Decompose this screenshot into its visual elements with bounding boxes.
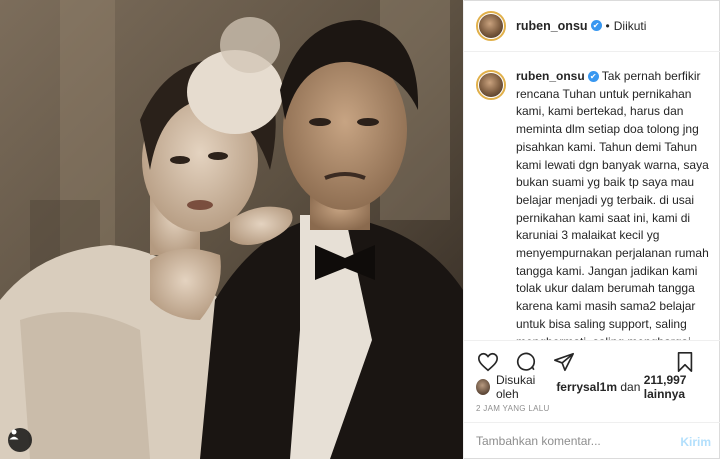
likes-summary: Disukai oleh ferrysal1m dan 211,997 lain… (476, 373, 720, 401)
likes-count-link[interactable]: 211,997 lainnya (644, 373, 720, 401)
caption-text: Tak pernah berfikir rencana Tuhan untuk … (516, 69, 709, 340)
caption-avatar[interactable] (476, 70, 506, 100)
share-button[interactable] (552, 350, 576, 374)
user-tag-button[interactable] (8, 428, 32, 452)
caption-username[interactable]: ruben_onsu (516, 69, 585, 83)
post-caption: ruben_onsu ✔ Tak pernah berfikir rencana … (476, 68, 716, 340)
save-button[interactable] (673, 350, 697, 374)
user-tag-icon (9, 429, 19, 440)
verified-badge-icon: ✔ (590, 20, 602, 31)
send-icon (554, 352, 574, 371)
liker-avatar (476, 379, 490, 395)
post-sidebar: ruben_onsu ✔ • Diikuti ruben_onsu ✔ Tak p… (463, 0, 720, 459)
follow-status-button[interactable]: Diikuti (614, 19, 647, 33)
likes-prefix: Disukai oleh (495, 373, 536, 401)
caption-body: ruben_onsu ✔ Tak pernah berfikir rencana … (516, 68, 712, 340)
username-link[interactable]: ruben_onsu (516, 19, 588, 33)
send-comment-button[interactable]: Kirim (680, 435, 711, 449)
comment-form: Kirim (464, 422, 720, 459)
heart-icon (478, 352, 498, 371)
liked-by-link[interactable]: ferrysal1m (556, 380, 617, 394)
comment-button[interactable] (514, 350, 538, 374)
comment-icon (516, 352, 536, 371)
post-timestamp[interactable]: 2 JAM YANG LALU (476, 404, 550, 413)
comment-input[interactable] (476, 434, 656, 448)
post-photo[interactable] (0, 0, 463, 459)
follow-separator: • (605, 18, 610, 33)
bookmark-icon (677, 352, 693, 372)
couple-photo-illustration (0, 0, 463, 459)
post-header: ruben_onsu ✔ • Diikuti (464, 0, 720, 52)
like-button[interactable] (476, 350, 500, 374)
caption-verified-icon: ✔ (587, 71, 599, 82)
avatar[interactable] (476, 10, 506, 41)
likes-mid: dan (620, 380, 641, 394)
